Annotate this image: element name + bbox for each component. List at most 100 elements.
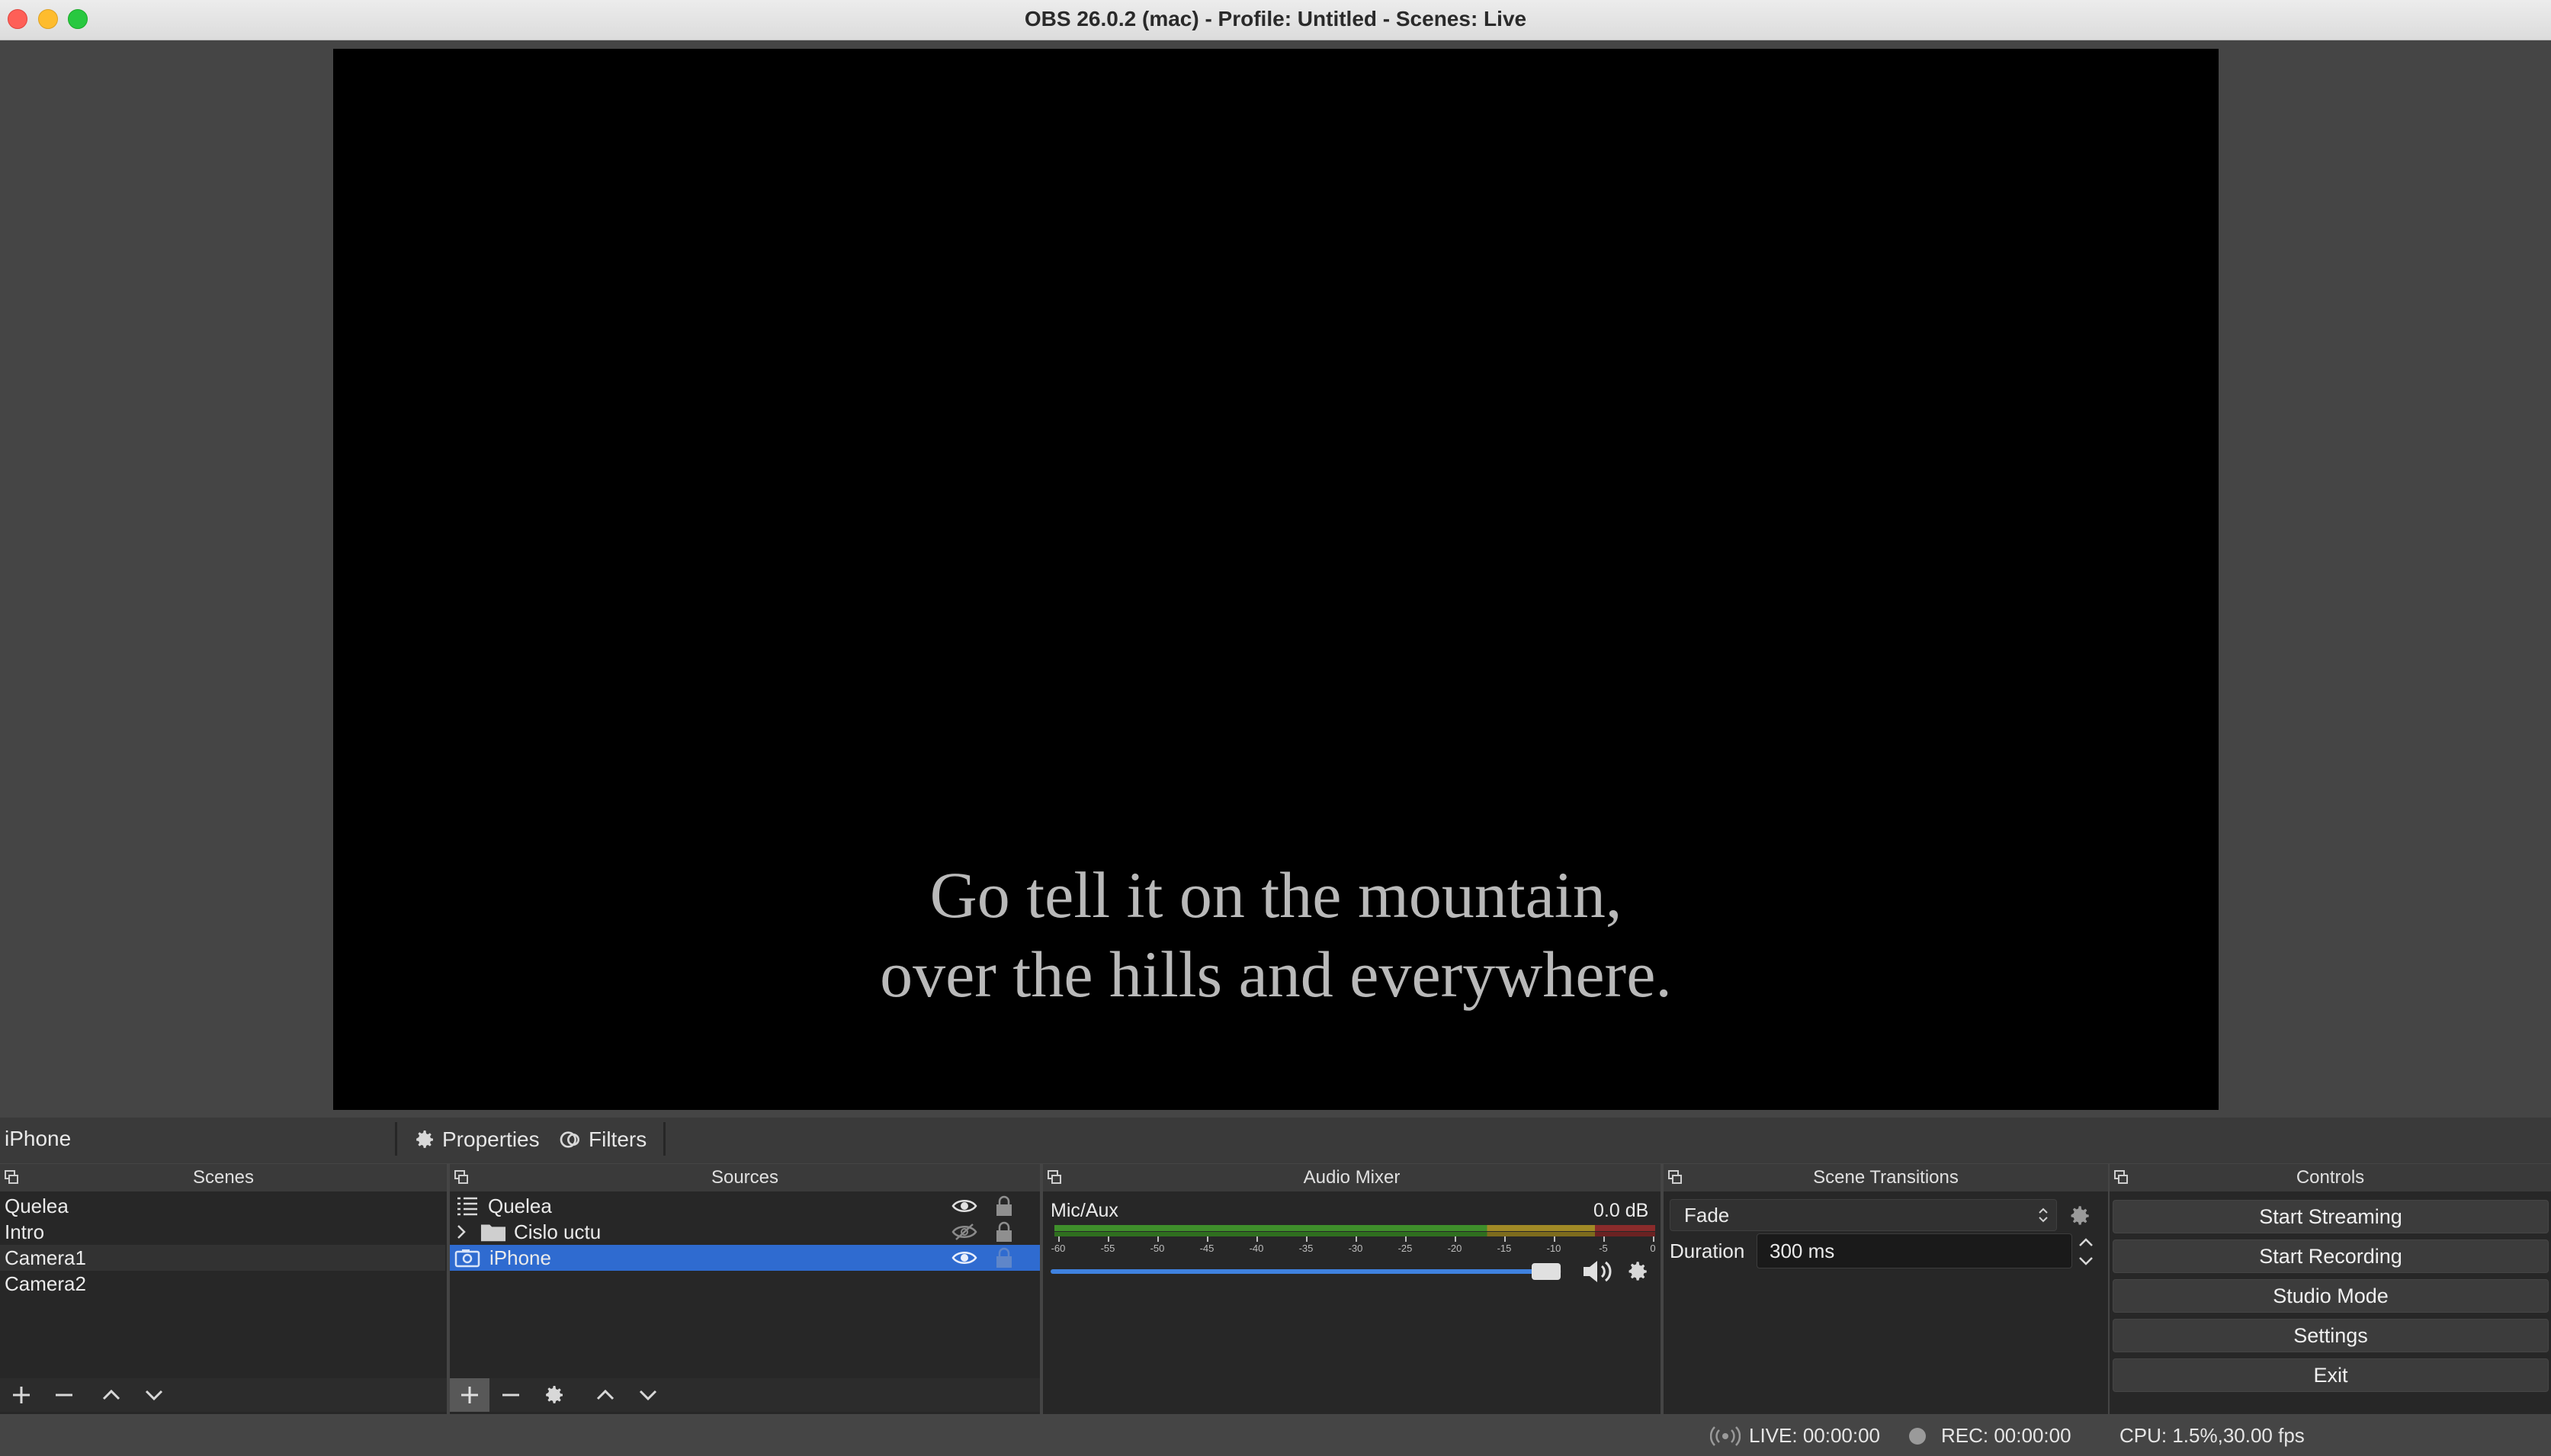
- meter-tick-label: -55: [1100, 1243, 1115, 1254]
- camera-icon: [454, 1246, 480, 1269]
- meter-tick: [1653, 1236, 1654, 1242]
- meter-tick: [1207, 1236, 1208, 1242]
- source-item-quelea[interactable]: Quelea: [450, 1193, 1040, 1219]
- mixer-level-db: 0.0 dB: [1593, 1200, 1649, 1221]
- sources-toolbar: [450, 1378, 1040, 1412]
- source-toolbar: [0, 1118, 2551, 1163]
- meter-tick-label: -45: [1199, 1243, 1215, 1254]
- meter-tick: [1108, 1236, 1109, 1242]
- add-source-button[interactable]: [450, 1378, 489, 1412]
- audio-mixer-dock-title: Audio Mixer: [1043, 1164, 1661, 1191]
- meter-tick-label: -15: [1497, 1243, 1512, 1254]
- lock-icon[interactable]: [994, 1195, 1014, 1217]
- scene-item-camera2[interactable]: Camera2: [0, 1271, 445, 1297]
- gear-icon: [412, 1127, 436, 1152]
- remove-source-button[interactable]: [489, 1378, 532, 1412]
- mixer-channel-name: Mic/Aux: [1051, 1200, 1118, 1221]
- studio-mode-button[interactable]: Studio Mode: [2113, 1279, 2549, 1313]
- transition-select[interactable]: Fade: [1670, 1199, 2057, 1231]
- volume-slider-thumb[interactable]: [1531, 1263, 1561, 1280]
- move-scene-down-button[interactable]: [133, 1378, 175, 1412]
- audio-mixer-dock: Audio Mixer: [1043, 1164, 1661, 1414]
- scenes-dock-title: Scenes: [0, 1164, 447, 1191]
- window-titlebar: OBS 26.0.2 (mac) - Profile: Untitled - S…: [0, 0, 2551, 40]
- source-item-iphone[interactable]: iPhone: [450, 1245, 1040, 1271]
- meter-tick-label: -25: [1397, 1243, 1413, 1254]
- updown-arrows-icon: [2036, 1204, 2050, 1226]
- source-item-cislo-uctu[interactable]: Cislo uctu: [450, 1219, 1040, 1245]
- transition-gear-icon[interactable]: [2066, 1203, 2092, 1229]
- speaker-mute-icon[interactable]: [1581, 1258, 1616, 1285]
- properties-button[interactable]: Properties: [412, 1124, 540, 1156]
- list-icon: [454, 1195, 480, 1217]
- filters-button[interactable]: Filters: [558, 1124, 647, 1156]
- meter-tick: [1157, 1236, 1159, 1242]
- settings-button[interactable]: Settings: [2113, 1319, 2549, 1352]
- meter-tick-label: -20: [1447, 1243, 1462, 1254]
- hidden-eye-icon[interactable]: [951, 1222, 977, 1242]
- dock-float-icon[interactable]: [454, 1170, 468, 1184]
- move-scene-up-button[interactable]: [90, 1378, 133, 1412]
- add-scene-button[interactable]: [0, 1378, 43, 1412]
- visibility-eye-icon[interactable]: [951, 1196, 977, 1216]
- lock-icon[interactable]: [994, 1247, 1014, 1268]
- meter-tick-label: 0: [1650, 1243, 1656, 1254]
- dock-float-icon[interactable]: [2114, 1170, 2128, 1184]
- duration-input[interactable]: 300 ms: [1757, 1233, 2072, 1268]
- visibility-eye-icon[interactable]: [951, 1248, 977, 1268]
- meter-tick-label: -10: [1546, 1243, 1561, 1254]
- start-streaming-button[interactable]: Start Streaming: [2113, 1200, 2549, 1233]
- volume-meter: [1054, 1225, 1655, 1231]
- scenes-toolbar: [0, 1378, 447, 1412]
- filters-icon: [558, 1127, 582, 1152]
- scene-item-quelea[interactable]: Quelea: [0, 1193, 445, 1219]
- record-dot-icon: [1909, 1428, 1926, 1445]
- expand-chevron-icon[interactable]: [453, 1220, 470, 1243]
- move-source-down-button[interactable]: [627, 1378, 669, 1412]
- meter-tick-label: -30: [1348, 1243, 1363, 1254]
- source-label: Cislo uctu: [514, 1220, 602, 1243]
- duration-label: Duration: [1670, 1240, 1745, 1262]
- meter-tick: [1356, 1236, 1357, 1242]
- meter-tick-label: -5: [1599, 1243, 1608, 1254]
- remove-scene-button[interactable]: [43, 1378, 85, 1412]
- scene-item-intro[interactable]: Intro: [0, 1219, 445, 1245]
- rec-timer: REC: 00:00:00: [1941, 1424, 2071, 1447]
- meter-tick-label: -40: [1249, 1243, 1264, 1254]
- dock-float-icon[interactable]: [5, 1170, 18, 1184]
- duration-stepper[interactable]: [2075, 1233, 2097, 1270]
- live-broadcast-icon: [1710, 1426, 1741, 1447]
- volume-slider-fill: [1051, 1269, 1546, 1274]
- toolbar-divider: [663, 1122, 666, 1156]
- live-timer: LIVE: 00:00:00: [1749, 1424, 1881, 1447]
- dock-float-icon[interactable]: [1668, 1170, 1682, 1184]
- meter-tick: [1603, 1236, 1605, 1242]
- meter-tick: [1554, 1236, 1555, 1242]
- exit-button[interactable]: Exit: [2113, 1358, 2549, 1392]
- meter-tick-label: -35: [1298, 1243, 1314, 1254]
- source-label: Quelea: [488, 1194, 552, 1217]
- meter-tick: [1256, 1236, 1258, 1242]
- scene-item-camera1[interactable]: Camera1: [0, 1245, 445, 1271]
- meter-tick: [1306, 1236, 1308, 1242]
- folder-icon: [480, 1220, 506, 1243]
- controls-dock-title: Controls: [2110, 1164, 2551, 1191]
- toolbar-divider: [395, 1122, 397, 1156]
- preview-canvas[interactable]: Go tell it on the mountain, over the hil…: [333, 49, 2219, 1110]
- meter-tick: [1455, 1236, 1456, 1242]
- lock-icon[interactable]: [994, 1221, 1014, 1243]
- selected-source-name: iPhone: [5, 1127, 72, 1150]
- preview-text-line-2: over the hills and everywhere.: [880, 938, 1672, 1011]
- meter-tick-label: -50: [1150, 1243, 1165, 1254]
- meter-tick: [1058, 1236, 1060, 1242]
- meter-tick-label: -60: [1051, 1243, 1066, 1254]
- preview-text-line-1: Go tell it on the mountain,: [929, 858, 1622, 932]
- move-source-up-button[interactable]: [584, 1378, 627, 1412]
- start-recording-button[interactable]: Start Recording: [2113, 1240, 2549, 1273]
- source-properties-button[interactable]: [532, 1378, 575, 1412]
- dock-float-icon[interactable]: [1048, 1170, 1061, 1184]
- mixer-gear-icon[interactable]: [1624, 1259, 1650, 1284]
- properties-label: Properties: [442, 1127, 540, 1151]
- window-title: OBS 26.0.2 (mac) - Profile: Untitled - S…: [1024, 7, 1527, 30]
- meter-tick: [1405, 1236, 1407, 1242]
